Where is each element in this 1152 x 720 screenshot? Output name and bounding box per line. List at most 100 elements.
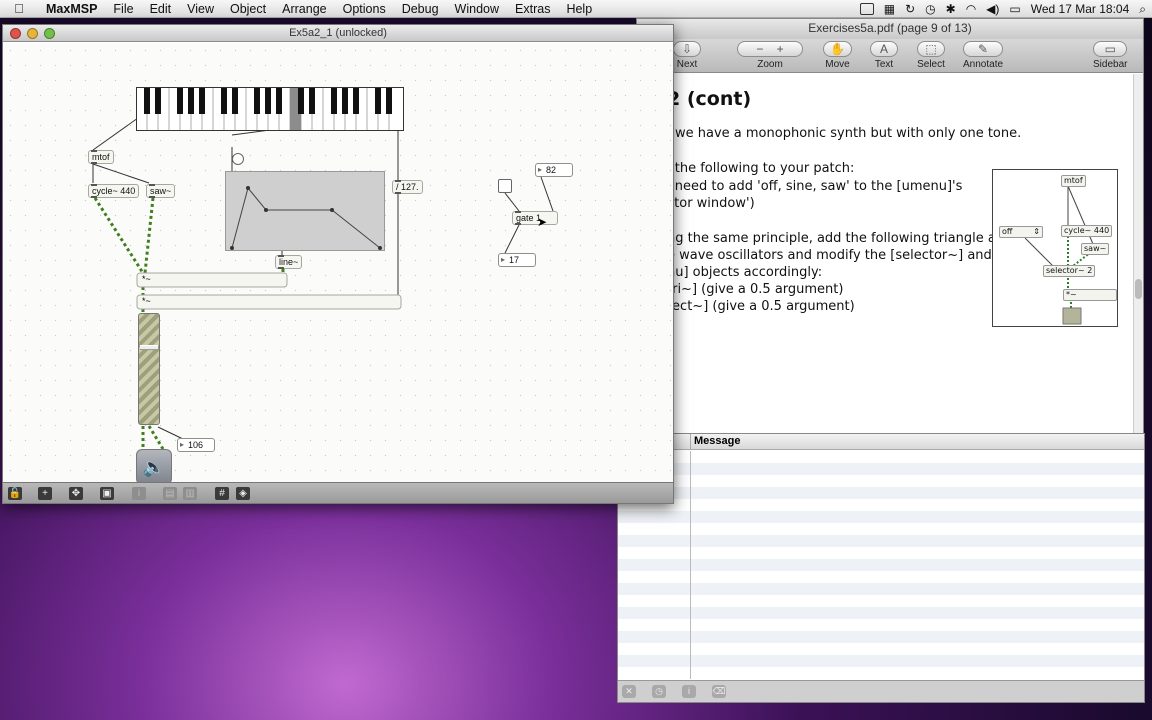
line-object[interactable]: line~ <box>275 255 303 269</box>
multiply-object-2[interactable]: *~ <box>142 296 151 306</box>
menu-app[interactable]: MaxMSP <box>38 2 105 16</box>
spotlight-icon[interactable]: ⌕ <box>1139 2 1146 17</box>
console-message-column[interactable]: Message <box>694 435 740 447</box>
bluetooth-icon[interactable]: ✱ <box>946 2 956 16</box>
wifi-icon[interactable]: ◠ <box>966 2 976 16</box>
menu-options[interactable]: Options <box>335 2 394 16</box>
sidebar-button[interactable]: ▭ Sidebar <box>1093 41 1128 70</box>
number-box-106[interactable]: 106 <box>177 438 215 452</box>
select-label: Select <box>917 59 945 70</box>
status-tray: ▦ ↻ ◷ ✱ ◠ ◀) ▭ Wed 17 Mar 18:04 ⌕ <box>859 0 1146 18</box>
cycle-object[interactable]: cycle~ 440 <box>88 184 140 198</box>
saw-object[interactable]: saw~ <box>146 184 176 198</box>
lock-icon[interactable]: 🔓 <box>8 487 22 500</box>
delete-icon[interactable]: ⌫ <box>712 685 726 698</box>
apple-menu-icon[interactable]:  <box>0 1 38 16</box>
pencil-icon: ✎ <box>963 41 1004 57</box>
menu-edit[interactable]: Edit <box>142 2 180 16</box>
pdf-titlebar[interactable]: Exercises5a.pdf (page 9 of 13) <box>637 19 1143 39</box>
divide-object[interactable]: / 127. <box>392 180 423 194</box>
close-icon[interactable] <box>10 28 21 39</box>
pdf-line-9: rect~] (give a 0.5 argument) <box>667 299 855 314</box>
annotate-label: Annotate <box>963 59 1004 70</box>
fig-umenu-label: off <box>1002 227 1013 236</box>
annotate-button[interactable]: ✎ Annotate <box>963 41 1004 70</box>
fig-umenu: off ⇕ <box>999 226 1043 238</box>
pdf-line-7: nu] objects accordingly: <box>667 265 823 280</box>
zoom-label: Zoom <box>757 59 783 70</box>
console-footer: ✕ ◷ i ⌫ <box>618 680 1144 702</box>
gain-slider[interactable] <box>138 313 160 425</box>
bang-button[interactable] <box>232 153 244 165</box>
mtof-object[interactable]: mtof <box>88 150 114 164</box>
next-page-icon: ⇩ <box>673 41 701 57</box>
snap-icon[interactable]: ◈ <box>236 487 250 500</box>
pdf-scroll-thumb[interactable] <box>1135 279 1142 299</box>
patcher-title: Ex5a2_1 (unlocked) <box>289 27 387 39</box>
timestamp-icon[interactable]: ◷ <box>652 685 666 698</box>
pdf-line-8: tri~] (give a 0.5 argument) <box>667 282 844 297</box>
presentation-icon[interactable]: ▣ <box>100 487 114 500</box>
fig-mtof: mtof <box>1061 175 1086 187</box>
minimize-icon[interactable] <box>27 28 38 39</box>
multiply-object-1[interactable]: *~ <box>142 274 151 284</box>
patcher-titlebar[interactable]: Ex5a2_1 (unlocked) <box>3 25 673 42</box>
patcher-window: Ex5a2_1 (unlocked) mtof cycle~ 440 saw~ … <box>2 24 674 504</box>
pdf-scrollbar[interactable] <box>1133 74 1143 438</box>
console-source-divider <box>690 451 691 679</box>
text-tool-button[interactable]: A Text <box>870 41 898 70</box>
grid-icon[interactable]: # <box>215 487 229 500</box>
speaker-icon[interactable]: 🔈 <box>136 449 172 483</box>
marquee-icon: ⬚ <box>917 41 945 57</box>
pdf-heading: 2 (cont) <box>667 88 752 110</box>
patcher-canvas[interactable]: mtof cycle~ 440 saw~ line~ / 127. gate 1… <box>3 43 673 483</box>
console-message-list[interactable] <box>618 451 1144 679</box>
menu-debug[interactable]: Debug <box>394 2 447 16</box>
select-tool-button[interactable]: ⬚ Select <box>917 41 945 70</box>
menu-bar:  MaxMSP File Edit View Object Arrange O… <box>0 0 1152 18</box>
move-tool-button[interactable]: ✋ Move <box>823 41 852 70</box>
new-object-icon[interactable]: + <box>38 487 52 500</box>
battery-icon[interactable]: ▭ <box>1009 2 1020 16</box>
toggle-box[interactable] <box>498 179 512 193</box>
zoom-control[interactable]: − + Zoom <box>737 41 803 70</box>
next-button[interactable]: ⇩ Next <box>673 41 701 70</box>
patcher-toolbar: 🔓 + ✥ ▣ i ▤ ▥ # ◈ <box>3 482 673 503</box>
move-icon[interactable]: ✥ <box>69 487 83 500</box>
gate-object[interactable]: gate 1 <box>512 211 558 225</box>
number-box-82[interactable]: 82 <box>535 163 573 177</box>
menu-help[interactable]: Help <box>558 2 600 16</box>
pdf-line-2: l the following to your patch: <box>667 161 855 176</box>
next-label: Next <box>676 59 698 70</box>
time-machine-icon[interactable]: ◷ <box>925 2 935 16</box>
zoom-icon[interactable] <box>44 28 55 39</box>
fit-icon[interactable]: ▤ <box>163 487 177 500</box>
menu-view[interactable]: View <box>179 2 222 16</box>
menu-extras[interactable]: Extras <box>507 2 558 16</box>
menu-arrange[interactable]: Arrange <box>274 2 334 16</box>
align-icon[interactable]: ▥ <box>183 487 197 500</box>
screen-record-icon[interactable] <box>859 3 874 15</box>
sync-icon[interactable]: ↻ <box>905 2 915 16</box>
fig-umenu-arrows-icon: ⇕ <box>1033 227 1040 236</box>
envelope-function[interactable] <box>225 171 385 251</box>
gain-slider-knob[interactable] <box>140 345 158 350</box>
inspector-icon[interactable]: i <box>132 487 146 500</box>
number-box-17[interactable]: 17 <box>498 253 536 267</box>
menu-object[interactable]: Object <box>222 2 274 16</box>
pdf-line-6: e wave oscillators and modify the [selec… <box>667 248 992 263</box>
info-icon[interactable]: i <box>682 685 696 698</box>
fig-multiply: *~ <box>1063 289 1117 301</box>
clear-console-icon[interactable]: ✕ <box>622 685 636 698</box>
fig-selector: selector~ 2 <box>1043 265 1096 277</box>
zoom-out-in-icon[interactable]: − + <box>737 41 803 57</box>
pdf-line-5: ng the same principle, add the following… <box>667 231 1013 246</box>
spaces-icon[interactable]: ▦ <box>884 2 895 16</box>
console-column-separator <box>690 434 691 450</box>
menu-window[interactable]: Window <box>447 2 507 16</box>
pdf-viewer-window: Exercises5a.pdf (page 9 of 13) ⇩ Next − … <box>636 18 1144 438</box>
clock[interactable]: Wed 17 Mar 18:04 <box>1031 2 1130 16</box>
menu-file[interactable]: File <box>105 2 141 16</box>
kslider-keyboard[interactable] <box>136 87 404 131</box>
volume-icon[interactable]: ◀) <box>986 2 999 16</box>
